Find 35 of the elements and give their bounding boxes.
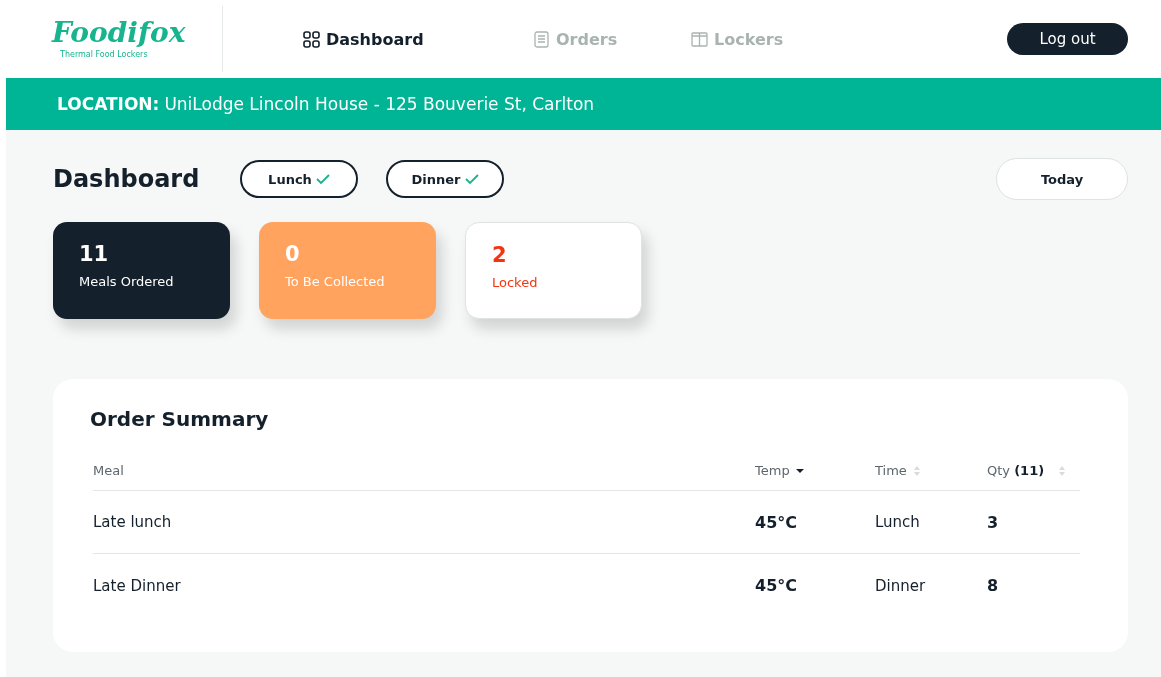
table-cell-text: 45°C [755,512,798,532]
stat-label: Locked [492,275,539,290]
locker-icon [691,30,708,48]
sort-descending-icon [794,467,805,474]
brand-tagline: Thermal Food Lockers [60,50,148,59]
grid-icon [303,30,320,48]
stat-label: To Be Collected [285,274,386,289]
stat-value: 2 [492,243,508,267]
location-label: LOCATION: [57,94,160,114]
column-header: Qty (11) [987,463,1045,478]
logout-button[interactable]: Log out [1007,23,1128,55]
table-cell-text: 8 [987,576,1000,595]
filter-chip[interactable]: Lunch [240,160,358,198]
panel-title: Order Summary [90,407,270,431]
brand-logo: Foodifox [52,19,186,47]
table-cell-text: Late lunch [93,513,173,531]
filter-chip[interactable]: Dinner [386,160,504,198]
table-cell-text: 45°C [755,576,798,595]
stat-value: 11 [79,242,110,266]
table-cell-text: 3 [987,512,1000,532]
sort-icon [911,464,922,477]
table-cell-text: Lunch [875,513,921,531]
table-cell-text: Late Dinner [93,576,182,595]
table-cell-text: Dinner [875,576,927,595]
page-title: Dashboard [53,165,201,193]
document-icon [533,30,550,48]
column-header: Temp [755,463,790,478]
sort-icon [1057,464,1068,477]
stat-label: Meals Ordered [79,274,175,289]
nav-tab[interactable]: Dashboard [303,29,424,49]
column-header: Time [875,463,907,478]
today-button[interactable]: Today [996,158,1128,200]
stat-value: 0 [285,242,301,266]
column-header: Meal [93,463,124,478]
location-text: UniLodge Lincoln House - 125 Bouverie St, Carlton [164,94,595,114]
